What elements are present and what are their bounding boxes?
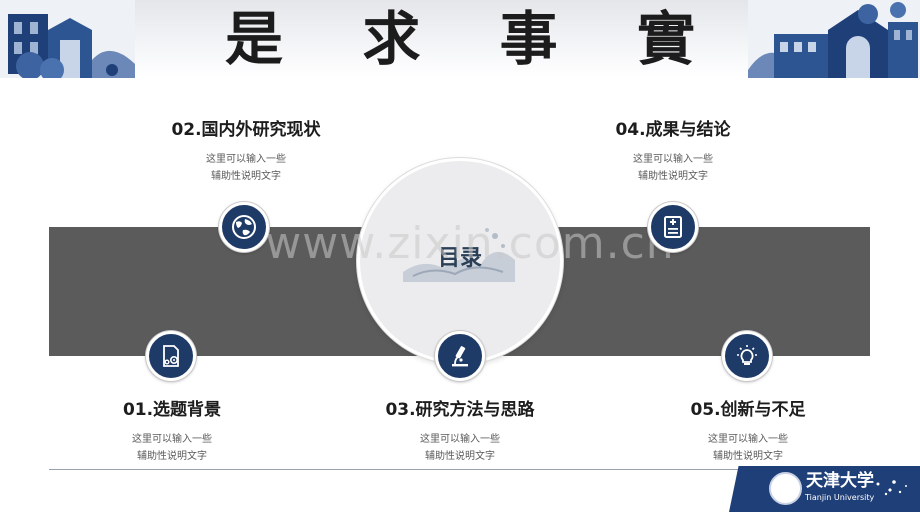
item-desc-02-line1: 这里可以输入一些 xyxy=(206,154,286,165)
lightbulb-icon-graphic xyxy=(737,345,757,365)
globe-icon-graphic xyxy=(232,215,256,239)
globe-icon[interactable] xyxy=(219,202,269,252)
motto-char-2: 求 xyxy=(362,5,421,73)
item-title-04[interactable]: 04.成果与结论 xyxy=(573,119,773,141)
sparkle-decoration xyxy=(876,480,907,496)
item-title-03[interactable]: 03.研究方法与思路 xyxy=(360,399,560,421)
gear-document-icon[interactable] xyxy=(146,331,196,381)
item-desc-02-line2: 辅助性说明文字 xyxy=(211,171,281,182)
report-icon-graphic xyxy=(664,216,682,238)
item-desc-01-line1: 这里可以输入一些 xyxy=(132,434,212,445)
university-motto: 是 求 事 實 xyxy=(225,4,695,74)
item-title-05[interactable]: 05.创新与不足 xyxy=(648,399,848,421)
toc-title: 目录 xyxy=(437,246,482,271)
item-desc-01-line2: 辅助性说明文字 xyxy=(137,451,207,462)
item-desc-04: 这里可以输入一些 辅助性说明文字 xyxy=(598,151,748,185)
gear-document-icon-graphic xyxy=(163,345,179,367)
university-name-en: Tianjin University xyxy=(805,493,875,502)
item-desc-04-line1: 这里可以输入一些 xyxy=(633,154,713,165)
university-seal-icon xyxy=(769,472,802,505)
item-desc-05-line2: 辅助性说明文字 xyxy=(713,451,783,462)
item-title-01[interactable]: 01.选题背景 xyxy=(72,399,272,421)
item-desc-03: 这里可以输入一些 辅助性说明文字 xyxy=(385,431,535,465)
university-name-cn: 天津大学 xyxy=(806,471,874,491)
item-desc-02: 这里可以输入一些 辅助性说明文字 xyxy=(171,151,321,185)
motto-char-4: 實 xyxy=(636,5,695,73)
item-desc-01: 这里可以输入一些 辅助性说明文字 xyxy=(97,431,247,465)
left-campus-illustration xyxy=(0,0,135,78)
item-desc-03-line2: 辅助性说明文字 xyxy=(425,451,495,462)
motto-char-3: 事 xyxy=(499,5,558,73)
item-desc-05-line1: 这里可以输入一些 xyxy=(708,434,788,445)
item-desc-04-line2: 辅助性说明文字 xyxy=(638,171,708,182)
report-icon[interactable] xyxy=(648,202,698,252)
lightbulb-icon[interactable] xyxy=(722,331,772,381)
microscope-icon-graphic xyxy=(452,346,468,367)
right-campus-illustration xyxy=(748,0,920,78)
item-title-02[interactable]: 02.国内外研究现状 xyxy=(146,119,346,141)
item-desc-03-line1: 这里可以输入一些 xyxy=(420,434,500,445)
item-desc-05: 这里可以输入一些 辅助性说明文字 xyxy=(673,431,823,465)
microscope-icon[interactable] xyxy=(435,331,485,381)
motto-char-1: 是 xyxy=(225,5,284,73)
footer-divider xyxy=(49,469,739,470)
